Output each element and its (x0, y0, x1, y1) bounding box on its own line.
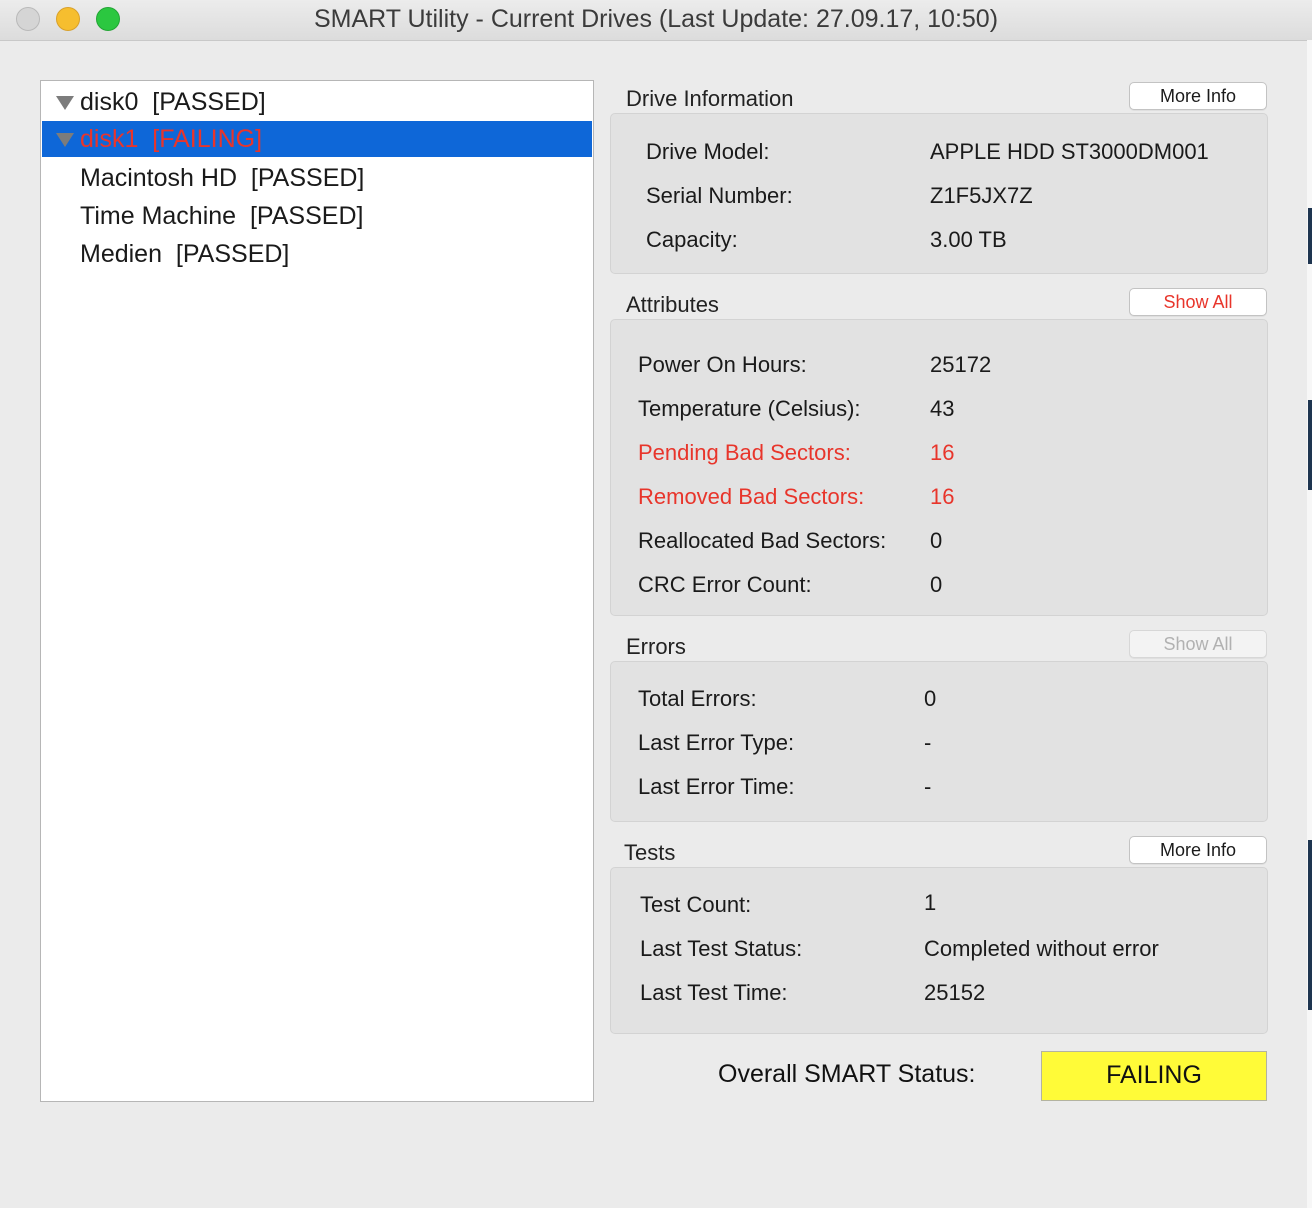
item-status: [PASSED] (152, 88, 266, 116)
attributes-show-all-button[interactable]: Show All (1129, 288, 1267, 316)
total-errors-label: Total Errors: (638, 686, 757, 711)
last-test-time-value: 25152 (924, 980, 986, 1005)
disclosure-triangle-icon[interactable] (56, 96, 74, 110)
overall-smart-status-label: Overall SMART Status: (718, 1060, 976, 1088)
drive-model-value: APPLE HDD ST3000DM001 (930, 139, 1209, 164)
overall-smart-status-badge: FAILING (1041, 1051, 1267, 1101)
background-window-edge (1307, 40, 1312, 1208)
temperature-value: 43 (930, 396, 955, 421)
tests-more-info-button[interactable]: More Info (1129, 836, 1267, 864)
errors-title: Errors (626, 634, 686, 659)
drive-information-title: Drive Information (626, 86, 794, 111)
tests-title: Tests (624, 840, 676, 865)
removed-bad-sectors-value: 16 (930, 484, 955, 509)
disclosure-triangle-icon[interactable] (56, 133, 74, 147)
last-error-time-label: Last Error Time: (638, 774, 795, 799)
drive-information-panel: Drive Model: APPLE HDD ST3000DM001 Seria… (610, 113, 1268, 274)
total-errors-value: 0 (924, 686, 937, 711)
tests-panel: Test Count: 1 Last Test Status: Complete… (610, 867, 1268, 1034)
crc-error-count-value: 0 (930, 572, 943, 597)
item-name: Time Machine (80, 202, 237, 230)
last-test-status-value: Completed without error (924, 936, 1159, 961)
attributes-panel: Power On Hours: 25172 Temperature (Celsi… (610, 319, 1268, 616)
item-status: [PASSED] (175, 240, 290, 268)
item-status: [PASSED] (249, 202, 364, 230)
crc-error-count-label: CRC Error Count: (638, 572, 812, 597)
reallocated-bad-sectors-value: 0 (930, 528, 943, 553)
tree-item-disk1[interactable]: disk1 [FAILING] (42, 121, 592, 157)
reallocated-bad-sectors-label: Reallocated Bad Sectors: (638, 528, 887, 553)
last-error-type-label: Last Error Type: (638, 730, 795, 755)
item-status: [PASSED] (250, 164, 365, 192)
capacity-label: Capacity: (646, 227, 738, 252)
tree-item-macintosh-hd[interactable]: Macintosh HD [PASSED] (42, 160, 592, 196)
power-on-hours-label: Power On Hours: (638, 352, 807, 377)
errors-panel: Total Errors: 0 Last Error Type: - Last … (610, 661, 1268, 822)
tree-item-medien[interactable]: Medien [PASSED] (42, 236, 592, 272)
last-test-status-label: Last Test Status: (640, 936, 803, 961)
temperature-label: Temperature (Celsius): (638, 396, 861, 421)
removed-bad-sectors-label: Removed Bad Sectors: (638, 484, 865, 509)
window-title: SMART Utility - Current Drives (Last Upd… (313, 5, 999, 33)
last-error-time-value: - (924, 774, 932, 799)
drive-list[interactable]: disk0 [PASSED] disk1 [FAILING] Macintosh… (40, 80, 594, 1102)
drive-model-label: Drive Model: (646, 139, 770, 164)
item-name: disk0 (80, 88, 139, 116)
pending-bad-sectors-value: 16 (930, 440, 955, 465)
pending-bad-sectors-label: Pending Bad Sectors: (638, 440, 851, 465)
attributes-title: Attributes (626, 292, 719, 317)
item-name: Medien (80, 240, 162, 268)
test-count-value: 1 (924, 890, 937, 915)
item-status: [FAILING] (152, 125, 263, 153)
last-error-type-value: - (924, 730, 932, 755)
test-count-label: Test Count: (640, 892, 752, 917)
tree-item-disk0[interactable]: disk0 [PASSED] (42, 84, 592, 120)
serial-number-value: Z1F5JX7Z (930, 183, 1033, 208)
title-bar: SMART Utility - Current Drives (Last Upd… (0, 0, 1312, 41)
tree-item-time-machine[interactable]: Time Machine [PASSED] (42, 198, 592, 234)
errors-show-all-button[interactable]: Show All (1129, 630, 1267, 658)
item-name: disk1 (80, 125, 139, 153)
capacity-value: 3.00 TB (930, 227, 1007, 252)
power-on-hours-value: 25172 (930, 352, 992, 377)
item-name: Macintosh HD (80, 164, 237, 192)
serial-number-label: Serial Number: (646, 183, 793, 208)
drive-more-info-button[interactable]: More Info (1129, 82, 1267, 110)
last-test-time-label: Last Test Time: (640, 980, 788, 1005)
